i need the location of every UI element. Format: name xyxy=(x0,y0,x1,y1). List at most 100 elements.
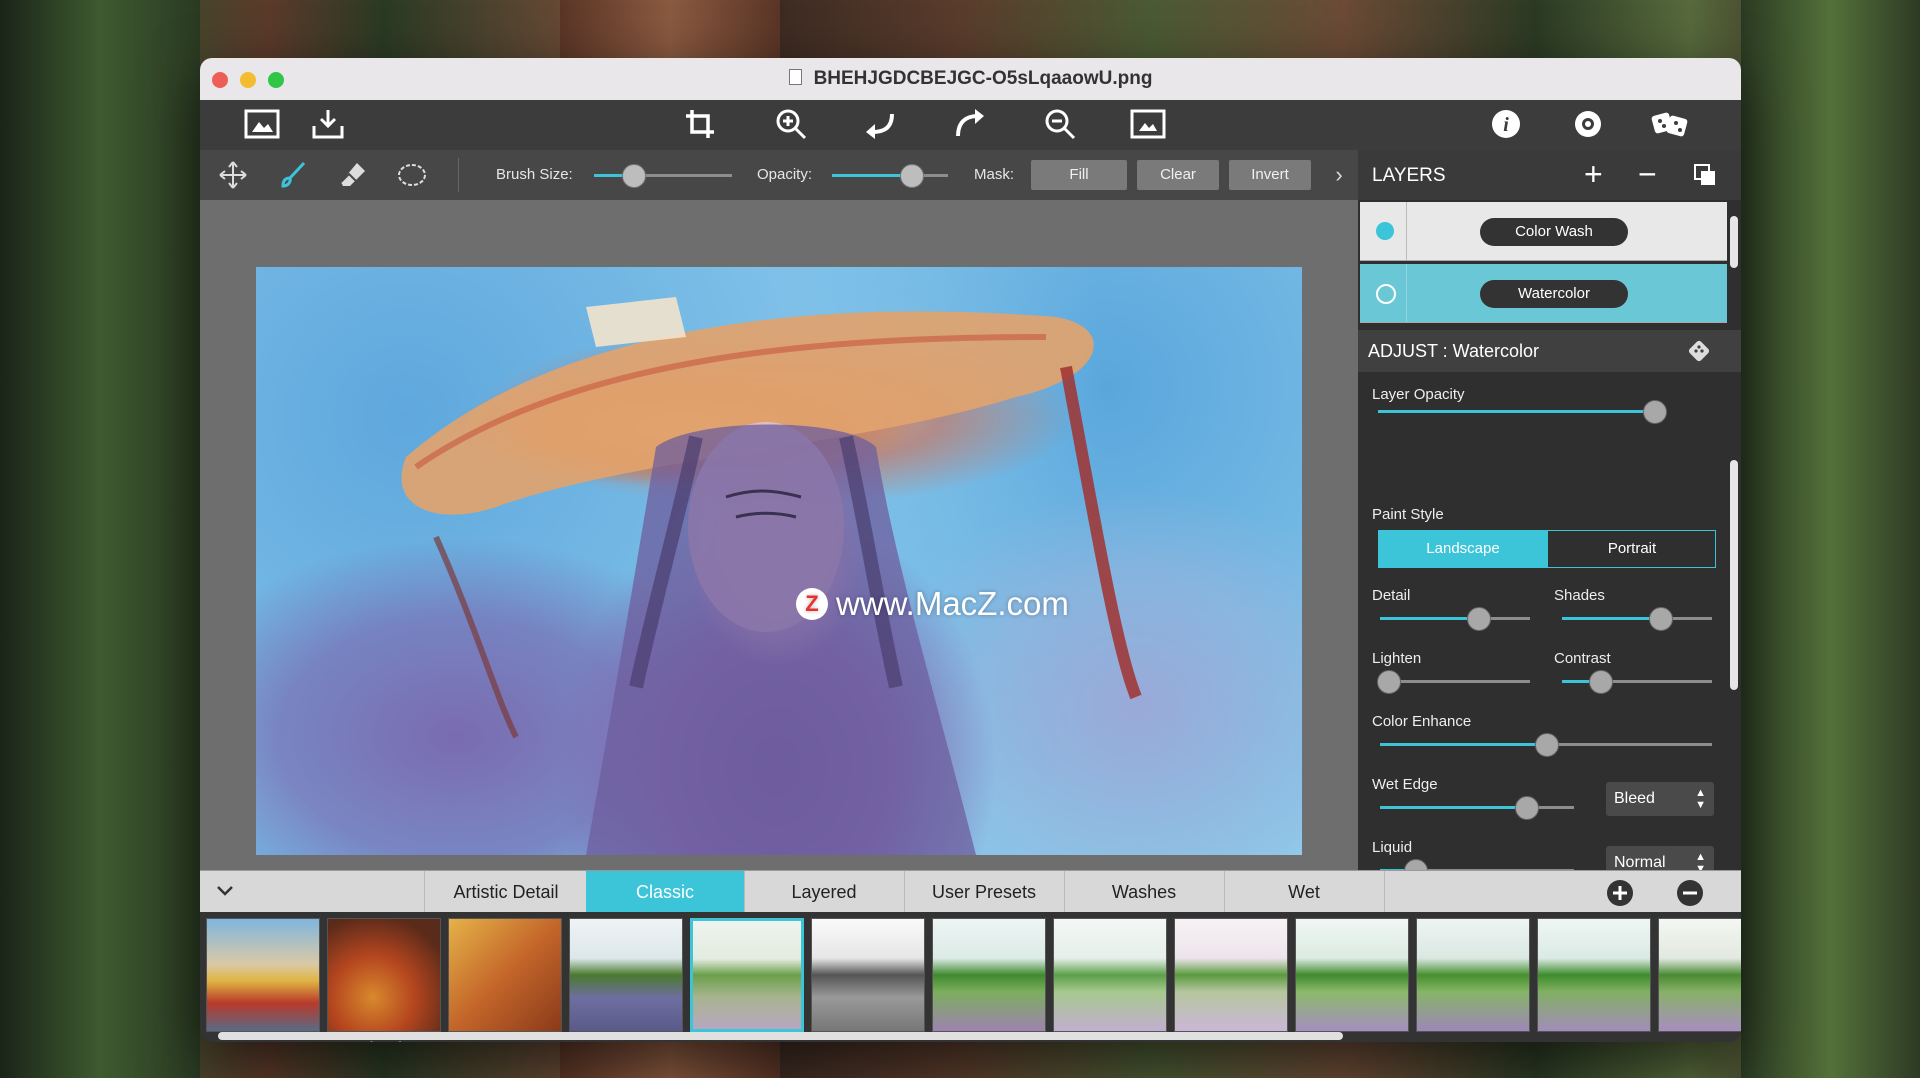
preset-thumbnail[interactable] xyxy=(690,918,804,1032)
preset-item[interactable]: ClassicLight Inky xyxy=(448,918,562,1032)
layer-visibility-toggle[interactable] xyxy=(1376,222,1394,240)
random-icon[interactable] xyxy=(1650,108,1688,142)
lighten-label: Lighten xyxy=(1372,650,1422,667)
detail-slider[interactable] xyxy=(1380,607,1530,631)
preset-thumbnail[interactable] xyxy=(1537,918,1651,1032)
adjust-scrollbar[interactable] xyxy=(1730,460,1738,690)
preset-item[interactable]: Inky Scene xyxy=(811,918,925,1032)
eraser-tool-icon[interactable] xyxy=(338,160,368,190)
color-enhance-slider[interactable] xyxy=(1380,733,1712,757)
duplicate-layer-icon[interactable] xyxy=(1694,164,1716,191)
preset-thumbnail[interactable] xyxy=(1658,918,1741,1032)
open-image-icon[interactable] xyxy=(244,108,280,142)
tab-user-presets[interactable]: User Presets xyxy=(904,871,1065,913)
slider-knob[interactable] xyxy=(1643,400,1667,424)
preset-thumbnail[interactable] xyxy=(932,918,1046,1032)
preset-strip: ClassicAbstractClassicEdge01ClassicLight… xyxy=(200,912,1741,1042)
liquid-mode-value: Normal xyxy=(1614,854,1666,870)
slider-knob[interactable] xyxy=(1588,670,1613,694)
slider-knob[interactable] xyxy=(1535,733,1559,757)
preset-item[interactable]: Little Abstract xyxy=(1416,918,1530,1032)
preset-item[interactable]: Dark InkyContrast xyxy=(569,918,683,1032)
paint-style-portrait[interactable]: Portrait xyxy=(1547,531,1716,567)
opacity-slider[interactable] xyxy=(832,164,948,188)
remove-preset-button[interactable] xyxy=(1676,879,1704,912)
layer-name[interactable]: Watercolor xyxy=(1480,280,1628,308)
tab-layered[interactable]: Layered xyxy=(744,871,905,913)
preset-item[interactable]: ClassicEdge01 xyxy=(327,918,441,1042)
preset-thumbnail[interactable] xyxy=(448,918,562,1032)
preset-thumbnail[interactable] xyxy=(1053,918,1167,1032)
brush-tool-icon[interactable] xyxy=(278,160,308,190)
mask-fill-button[interactable]: Fill xyxy=(1031,160,1127,190)
preset-thumbnail[interactable] xyxy=(569,918,683,1032)
paint-style-landscape[interactable]: Landscape xyxy=(1379,531,1547,567)
add-preset-button[interactable] xyxy=(1606,879,1634,912)
watercolor-artwork[interactable]: Zwww.MacZ.com xyxy=(256,267,1302,855)
brush-size-slider[interactable] xyxy=(594,164,732,188)
preset-item[interactable]: FadedLandscape xyxy=(690,918,804,1032)
preset-item[interactable]: Landscape xyxy=(932,918,1046,1032)
preset-item[interactable]: PortraitVignette xyxy=(1658,918,1741,1032)
slider-knob[interactable] xyxy=(1403,859,1428,870)
slider-knob[interactable] xyxy=(1648,607,1673,631)
wet-edge-slider[interactable] xyxy=(1380,796,1574,820)
preset-thumbnail[interactable] xyxy=(327,918,441,1032)
fit-image-icon[interactable] xyxy=(1130,108,1166,142)
tab-artistic-detail[interactable]: Artistic Detail xyxy=(424,871,588,913)
mask-invert-button[interactable]: Invert xyxy=(1229,160,1311,190)
add-layer-button[interactable]: + xyxy=(1584,156,1603,193)
color-enhance-label: Color Enhance xyxy=(1372,713,1472,730)
window-title-text: BHEHJGDCBEJGC-O5sLqaaowU.png xyxy=(813,68,1153,89)
preset-thumbnail[interactable] xyxy=(811,918,925,1032)
layer-name[interactable]: Color Wash xyxy=(1480,218,1628,246)
preset-thumbnail[interactable] xyxy=(1416,918,1530,1032)
layer-opacity-slider[interactable] xyxy=(1378,400,1667,424)
preset-item[interactable]: LiquidVignette xyxy=(1295,918,1409,1032)
redo-icon[interactable] xyxy=(952,108,988,142)
preset-item[interactable]: LightLandscape xyxy=(1053,918,1167,1032)
undo-icon[interactable] xyxy=(862,108,898,142)
shades-label: Shades xyxy=(1554,587,1605,604)
preset-thumbnail[interactable] xyxy=(1295,918,1409,1032)
settings-icon[interactable] xyxy=(1570,108,1606,142)
tab-wet[interactable]: Wet xyxy=(1224,871,1385,913)
preset-item[interactable]: Light Wash xyxy=(1174,918,1288,1032)
slider-knob[interactable] xyxy=(621,164,646,188)
tab-classic[interactable]: Classic xyxy=(586,871,745,913)
slider-fill xyxy=(1378,410,1654,413)
layer-watercolor[interactable]: Watercolor xyxy=(1360,264,1727,323)
layer-visibility-toggle[interactable] xyxy=(1376,284,1396,304)
lighten-slider[interactable] xyxy=(1376,670,1530,694)
liquid-mode-select[interactable]: Normal ▲ ▼ xyxy=(1606,846,1714,870)
layer-divider xyxy=(1406,202,1407,260)
chevron-right-icon[interactable]: › xyxy=(1324,160,1354,190)
shades-slider[interactable] xyxy=(1562,607,1712,631)
remove-layer-button[interactable]: − xyxy=(1638,156,1657,193)
preset-thumbnail[interactable] xyxy=(1174,918,1288,1032)
preset-item[interactable]: ClassicAbstract xyxy=(206,918,320,1032)
export-icon[interactable] xyxy=(310,108,346,142)
slider-knob[interactable] xyxy=(1514,796,1539,820)
preset-thumbnail[interactable] xyxy=(206,918,320,1032)
zoom-in-icon[interactable] xyxy=(773,108,809,142)
zoom-out-icon[interactable] xyxy=(1042,108,1078,142)
layers-scrollbar[interactable] xyxy=(1730,216,1738,268)
wet-edge-mode-select[interactable]: Bleed ▲ ▼ xyxy=(1606,782,1714,816)
slider-knob[interactable] xyxy=(1466,607,1491,631)
canvas-area[interactable]: Zwww.MacZ.com xyxy=(200,200,1358,870)
tab-washes[interactable]: Washes xyxy=(1064,871,1225,913)
preset-item[interactable]: LittleNegative xyxy=(1537,918,1651,1032)
slider-knob[interactable] xyxy=(1376,670,1401,694)
collapse-chevron-icon[interactable] xyxy=(214,879,236,906)
info-icon[interactable]: i xyxy=(1488,108,1524,142)
adjust-random-icon[interactable] xyxy=(1688,340,1712,367)
crop-icon[interactable] xyxy=(682,108,718,142)
contrast-slider[interactable] xyxy=(1562,670,1712,694)
move-tool-icon[interactable] xyxy=(218,160,248,190)
mask-clear-button[interactable]: Clear xyxy=(1137,160,1219,190)
lasso-tool-icon[interactable] xyxy=(396,160,426,190)
slider-knob[interactable] xyxy=(899,164,924,188)
layer-color-wash[interactable]: Color Wash xyxy=(1360,202,1727,261)
preset-scrollbar[interactable] xyxy=(218,1032,1343,1040)
